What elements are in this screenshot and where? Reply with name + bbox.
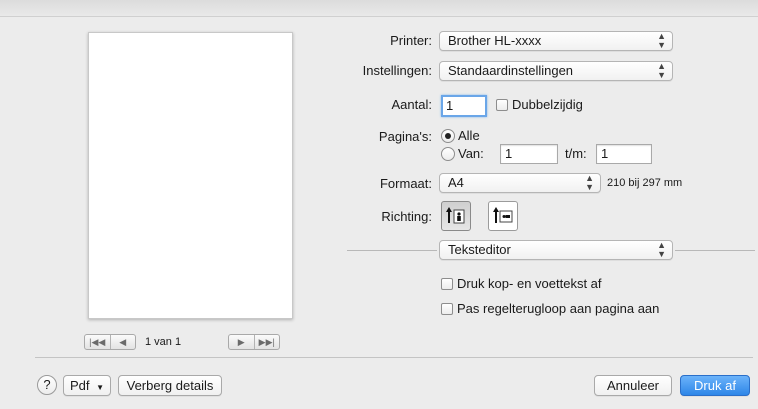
duplex-checkbox[interactable]	[496, 99, 508, 111]
pdf-menu-button[interactable]: Pdf ▼	[63, 375, 111, 396]
prev-page-button[interactable]: ◀	[109, 335, 136, 349]
print-button[interactable]: Druk af	[680, 375, 750, 396]
landscape-orientation-icon	[493, 207, 513, 223]
footer-divider	[35, 357, 753, 358]
pages-range-radio[interactable]	[441, 147, 455, 161]
format-size: 210 bij 297 mm	[607, 177, 683, 189]
pages-all-radio[interactable]	[441, 129, 455, 143]
printer-label: Printer:	[390, 33, 432, 48]
chevron-down-icon: ▼	[96, 383, 105, 392]
page-preview	[88, 32, 293, 319]
header-footer-checkbox[interactable]	[441, 278, 453, 290]
preview-prev-buttons[interactable]: |◀◀ ◀	[84, 334, 136, 350]
portrait-orientation-button[interactable]	[441, 201, 471, 231]
pages-to-label: t/m:	[565, 146, 587, 161]
hide-details-button[interactable]: Verberg details	[118, 375, 222, 396]
rewrap-checkbox[interactable]	[441, 303, 453, 315]
help-button[interactable]: ?	[37, 375, 57, 395]
preview-next-buttons[interactable]: ▶ ▶▶|	[228, 334, 280, 350]
orientation-label: Richting:	[381, 209, 432, 224]
header-footer-label: Druk kop- en voettekst af	[457, 276, 602, 291]
format-popup[interactable]: A4 ▲ ▼	[439, 173, 601, 193]
pages-label: Pagina's:	[378, 129, 432, 144]
format-label: Formaat:	[379, 176, 432, 191]
settings-value: Standaardinstellingen	[448, 63, 574, 78]
chevron-up-down-icon: ▲ ▼	[657, 31, 666, 50]
pages-to-field[interactable]: 1	[596, 144, 652, 164]
next-page-button[interactable]: ▶	[229, 335, 254, 349]
format-value: A4	[448, 175, 464, 190]
pages-from-field[interactable]: 1	[500, 144, 558, 164]
pdf-label: Pdf	[69, 378, 90, 393]
rewrap-label: Pas regelterugloop aan pagina aan	[457, 301, 660, 316]
pages-all-label: Alle	[458, 128, 480, 143]
settings-popup[interactable]: Standaardinstellingen ▲ ▼	[439, 61, 673, 81]
section-value: Teksteditor	[448, 242, 511, 257]
settings-label: Instellingen:	[362, 63, 432, 78]
printer-popup[interactable]: Brother HL-xxxx ▲ ▼	[439, 31, 673, 51]
section-divider-right	[675, 250, 755, 251]
chevron-up-down-icon: ▲ ▼	[585, 173, 594, 192]
pages-from-label: Van:	[458, 146, 484, 161]
duplex-label: Dubbelzijdig	[512, 97, 583, 112]
portrait-orientation-icon	[446, 207, 465, 224]
landscape-orientation-button[interactable]	[488, 201, 518, 231]
copies-label: Aantal:	[391, 97, 432, 112]
cancel-button[interactable]: Annuleer	[594, 375, 672, 396]
printer-value: Brother HL-xxxx	[448, 33, 542, 48]
chevron-up-down-icon: ▲ ▼	[657, 61, 666, 80]
last-page-button[interactable]: ▶▶|	[253, 335, 280, 349]
page-indicator: 1 van 1	[145, 336, 182, 348]
first-page-button[interactable]: |◀◀	[85, 335, 110, 349]
chevron-up-down-icon: ▲ ▼	[657, 240, 666, 259]
copies-field[interactable]: 1	[441, 95, 487, 117]
section-divider-left	[347, 250, 437, 251]
window-top-strip	[0, 0, 758, 17]
section-popup[interactable]: Teksteditor ▲ ▼	[439, 240, 673, 260]
